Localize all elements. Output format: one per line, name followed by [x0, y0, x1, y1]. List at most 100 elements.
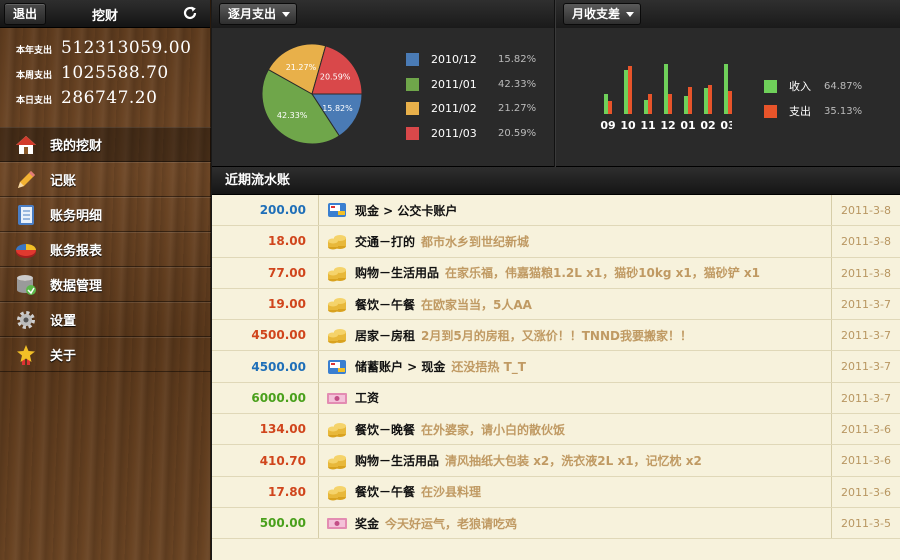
menu-item-label: 关于 [50, 349, 77, 364]
bar-expense-01 [688, 87, 692, 114]
ledger-title: 近期流水账 [212, 167, 900, 195]
row-date: 2011-3-7 [831, 382, 900, 414]
row-note: 还没捂热 T_T [451, 360, 526, 375]
row-description: 现金 > 公交卡账户 [355, 202, 831, 219]
database-icon [14, 273, 38, 297]
menu-item-about[interactable]: 关于 [0, 337, 211, 372]
cash-icon [319, 387, 355, 409]
menu-item-settings[interactable]: 设置 [0, 302, 211, 337]
sidebar-topbar: 退出 挖财 [0, 0, 210, 28]
row-description: 餐饮－午餐 在沙县料理 [355, 483, 831, 500]
bar-expense-12 [668, 94, 672, 114]
ledger-list: 200.00 现金 > 公交卡账户 2011-3-8 18.00 交通－打的 都市水乡到世… [212, 195, 900, 540]
charts-panel: 逐月支出 月收支差 15.82% 42.33% 21.27% 20.59% 2010/… [212, 0, 900, 167]
menu-item-home[interactable]: 我的挖财 [0, 127, 211, 162]
row-date: 2011-3-6 [831, 445, 900, 476]
coins-icon [319, 230, 355, 252]
bar-expense-03 [728, 91, 732, 114]
ledger-row[interactable]: 77.00 购物－生活用品 在家乐福，伟嘉猫粮1.2L x1，猫砂10kg x1，猫… [212, 257, 900, 289]
stat-value: 286747.20 [61, 88, 158, 108]
dropdown-label: 月收支差 [572, 7, 621, 21]
ledger-row[interactable]: 4500.00 居家－房租 2月到5月的房租，又涨价！！TNND我要搬家！！ 2011… [212, 320, 900, 352]
ledger-row[interactable]: 500.00 奖金 今天好运气，老狼请吃鸡 2011-3-5 [212, 507, 900, 540]
row-category: 储蓄账户 > 现金 [355, 360, 446, 375]
bar-x-label: 10 [620, 119, 636, 132]
pie-slice-label: 42.33% [277, 111, 308, 120]
ledger-row[interactable]: 134.00 餐饮－晚餐 在外婆家，请小白的散伙饭 2011-3-6 [212, 414, 900, 446]
row-amount: 77.00 [268, 265, 306, 280]
legend-label: 2011/01 [431, 77, 477, 91]
row-description: 购物－生活用品 清风抽纸大包装 x2，洗衣液2L x1，记忆枕 x2 [355, 452, 831, 469]
legend-percent: 21.27% [498, 103, 537, 114]
row-category: 餐饮－午餐 [355, 297, 416, 312]
bar-income-02 [704, 88, 708, 114]
row-date: 2011-3-6 [831, 414, 900, 445]
row-description: 交通－打的 都市水乡到世纪新城 [355, 233, 831, 250]
monthly-expense-dropdown[interactable]: 逐月支出 [219, 3, 297, 25]
row-amount: 134.00 [259, 422, 306, 437]
ledger-row[interactable]: 17.80 餐饮－午餐 在沙县料理 2011-3-6 [212, 476, 900, 508]
income-diff-dropdown[interactable]: 月收支差 [563, 3, 641, 25]
notebook-icon [14, 203, 38, 227]
bar-income-10 [624, 70, 628, 114]
row-category: 交通－打的 [355, 234, 416, 249]
stat-value: 512313059.00 [61, 38, 192, 58]
row-description: 购物－生活用品 在家乐福，伟嘉猫粮1.2L x1，猫砂10kg x1，猫砂铲 x1 [355, 264, 831, 281]
menu-item-record[interactable]: 记账 [0, 162, 211, 197]
row-amount: 17.80 [268, 484, 306, 499]
row-category: 餐饮－午餐 [355, 485, 416, 500]
row-amount: 500.00 [259, 516, 306, 531]
home-icon [14, 133, 38, 157]
menu-item-label: 账务报表 [50, 244, 103, 259]
row-category: 居家－房租 [355, 328, 416, 343]
bar-x-label: 03 [720, 119, 732, 132]
app-root: { "topbar": {"logout_label": "退出", "titl… [0, 0, 900, 560]
bar-expense-02 [708, 85, 712, 114]
pie-legend-item: 2010/12 15.82% [406, 53, 536, 66]
bar-income-12 [664, 64, 668, 114]
menu-item-reports[interactable]: 账务报表 [0, 232, 211, 267]
main-menu: 我的挖财 记账 账务明细 账务报表 数据管理 设置 关于 [0, 127, 211, 372]
refresh-icon[interactable] [182, 5, 198, 21]
coins-icon [319, 418, 355, 440]
row-category: 购物－生活用品 [355, 454, 440, 469]
legend-percent: 35.13% [824, 105, 863, 117]
gear-icon [14, 308, 38, 332]
bar-income-11 [644, 100, 648, 114]
bar-x-label: 11 [640, 119, 655, 132]
menu-item-data[interactable]: 数据管理 [0, 267, 211, 302]
cash-icon [319, 512, 355, 534]
row-amount: 19.00 [268, 297, 306, 312]
legend-label: 收入 [789, 80, 811, 93]
row-description: 储蓄账户 > 现金 还没捂热 T_T [355, 358, 831, 375]
row-date: 2011-3-8 [831, 195, 900, 226]
legend-swatch [764, 104, 777, 118]
row-amount: 410.70 [259, 453, 306, 468]
ledger-row[interactable]: 19.00 餐饮－午餐 在欧家当当，5人AA 2011-3-7 [212, 288, 900, 321]
legend-swatch [406, 126, 419, 140]
bar-expense-09 [608, 101, 612, 114]
menu-item-label: 账务明细 [50, 209, 103, 224]
row-description: 工资 [355, 389, 831, 406]
row-description: 餐饮－午餐 在欧家当当，5人AA [355, 296, 831, 313]
coins-icon [319, 293, 355, 315]
row-note: 在欧家当当，5人AA [421, 297, 532, 312]
bar-expense-10 [628, 66, 632, 114]
stat-label: 本日支出 [16, 96, 53, 106]
legend-label: 2010/12 [431, 53, 477, 66]
ledger-row[interactable]: 410.70 购物－生活用品 清风抽纸大包装 x2，洗衣液2L x1，记忆枕 x2 2… [212, 445, 900, 477]
legend-percent: 20.59% [498, 127, 537, 139]
row-date: 2011-3-8 [831, 257, 900, 288]
row-note: 在外婆家，请小白的散伙饭 [421, 422, 566, 437]
main-panel: 逐月支出 月收支差 15.82% 42.33% 21.27% 20.59% 2010/… [212, 0, 900, 560]
row-description: 奖金 今天好运气，老狼请吃鸡 [355, 515, 831, 532]
menu-item-label: 设置 [50, 314, 77, 329]
ledger-row[interactable]: 200.00 现金 > 公交卡账户 2011-3-8 [212, 195, 900, 227]
ledger-row[interactable]: 6000.00 工资 2011-3-7 [212, 382, 900, 415]
menu-item-label: 数据管理 [50, 279, 103, 294]
menu-item-details[interactable]: 账务明细 [0, 197, 211, 232]
ledger-row[interactable]: 18.00 交通－打的 都市水乡到世纪新城 2011-3-8 [212, 226, 900, 258]
row-category: 工资 [355, 391, 380, 406]
row-category: 餐饮－晚餐 [355, 422, 416, 437]
ledger-row[interactable]: 4500.00 储蓄账户 > 现金 还没捂热 T_T 2011-3-7 [212, 351, 900, 383]
